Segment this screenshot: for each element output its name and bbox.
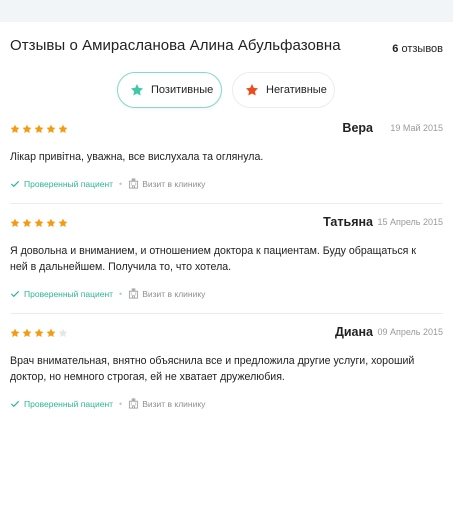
review-meta: Проверенный пациент • Визит в клинику xyxy=(10,398,205,409)
star-icon xyxy=(130,84,144,96)
visit-type: Визит в клинику xyxy=(128,178,205,189)
check-icon xyxy=(11,400,19,407)
top-bar xyxy=(0,0,453,22)
page-title: Отзывы о Амирасланова Алина Абульфазовна xyxy=(10,37,341,54)
reviews-header: Отзывы о Амирасланова Алина Абульфазовна… xyxy=(10,37,443,59)
visit-label: Визит в клинику xyxy=(142,178,206,189)
check-icon xyxy=(11,290,19,297)
star-filled-icon xyxy=(46,124,56,133)
verified-label: Проверенный пациент xyxy=(24,288,114,299)
review-item: Татьяна 15 Апрель 2015 Я довольна и вним… xyxy=(10,215,443,314)
verified-badge: Проверенный пациент xyxy=(10,399,113,409)
star-empty-icon xyxy=(58,328,68,337)
review-text: Лікар привітна, уважна, все вислухала та… xyxy=(10,151,264,163)
review-item: Диана 09 Апрель 2015 Врач внимательная, … xyxy=(10,325,443,424)
reviews-count-number: 6 xyxy=(392,43,399,55)
star-filled-icon xyxy=(58,218,68,227)
negative-filter-button[interactable]: Негативные xyxy=(232,72,335,108)
star-filled-icon xyxy=(46,218,56,227)
star-filled-icon xyxy=(34,218,44,227)
visit-type: Визит в клинику xyxy=(128,398,205,409)
review-date: 09 Апрель 2015 xyxy=(377,327,443,337)
verified-badge: Проверенный пациент xyxy=(10,289,113,299)
divider xyxy=(10,313,443,314)
review-date: 19 Май 2015 xyxy=(390,123,443,133)
separator-dot: • xyxy=(119,178,123,189)
star-filled-icon xyxy=(10,218,20,227)
star-filled-icon xyxy=(58,124,68,133)
star-filled-icon xyxy=(22,218,32,227)
reviewer-name: Диана xyxy=(334,325,373,339)
verified-badge: Проверенный пациент xyxy=(10,179,113,189)
star-filled-icon xyxy=(34,328,44,337)
review-meta: Проверенный пациент • Визит в клинику xyxy=(10,288,205,299)
separator-dot: • xyxy=(119,398,123,409)
review-text: Я довольна и вниманием, и отношением док… xyxy=(10,245,416,273)
star-filled-icon xyxy=(34,124,44,133)
review-item: Вера 19 Май 2015 Лікар привітна, уважна,… xyxy=(10,121,443,204)
star-filled-icon xyxy=(46,328,56,337)
verified-label: Проверенный пациент xyxy=(24,178,114,189)
star-filled-icon xyxy=(10,328,20,337)
reviews-count: 6 отзывов xyxy=(392,43,443,55)
reviews-count-label: отзывов xyxy=(401,43,443,55)
review-date: 15 Апрель 2015 xyxy=(377,217,443,227)
star-rating xyxy=(10,328,68,340)
visit-label: Визит в клинику xyxy=(142,288,206,299)
star-rating xyxy=(10,124,68,136)
hospital-icon xyxy=(129,288,139,299)
hospital-icon xyxy=(129,178,139,189)
reviewer-name: Вера xyxy=(342,121,373,135)
review-meta: Проверенный пациент • Визит в клинику xyxy=(10,178,205,189)
star-filled-icon xyxy=(10,124,20,133)
star-icon xyxy=(245,84,259,96)
star-filled-icon xyxy=(22,124,32,133)
hospital-icon xyxy=(129,398,139,409)
positive-filter-button[interactable]: Позитивные xyxy=(117,72,222,108)
review-text: Врач внимательная, внятно объяснила все … xyxy=(10,355,415,383)
divider xyxy=(10,203,443,204)
positive-filter-label: Позитивные xyxy=(151,84,214,96)
star-rating xyxy=(10,218,68,230)
verified-label: Проверенный пациент xyxy=(24,398,114,409)
negative-filter-label: Негативные xyxy=(266,84,327,96)
separator-dot: • xyxy=(119,288,123,299)
visit-label: Визит в клинику xyxy=(142,398,206,409)
visit-type: Визит в клинику xyxy=(128,288,205,299)
check-icon xyxy=(11,180,19,187)
star-filled-icon xyxy=(22,328,32,337)
reviewer-name: Татьяна xyxy=(323,215,373,229)
